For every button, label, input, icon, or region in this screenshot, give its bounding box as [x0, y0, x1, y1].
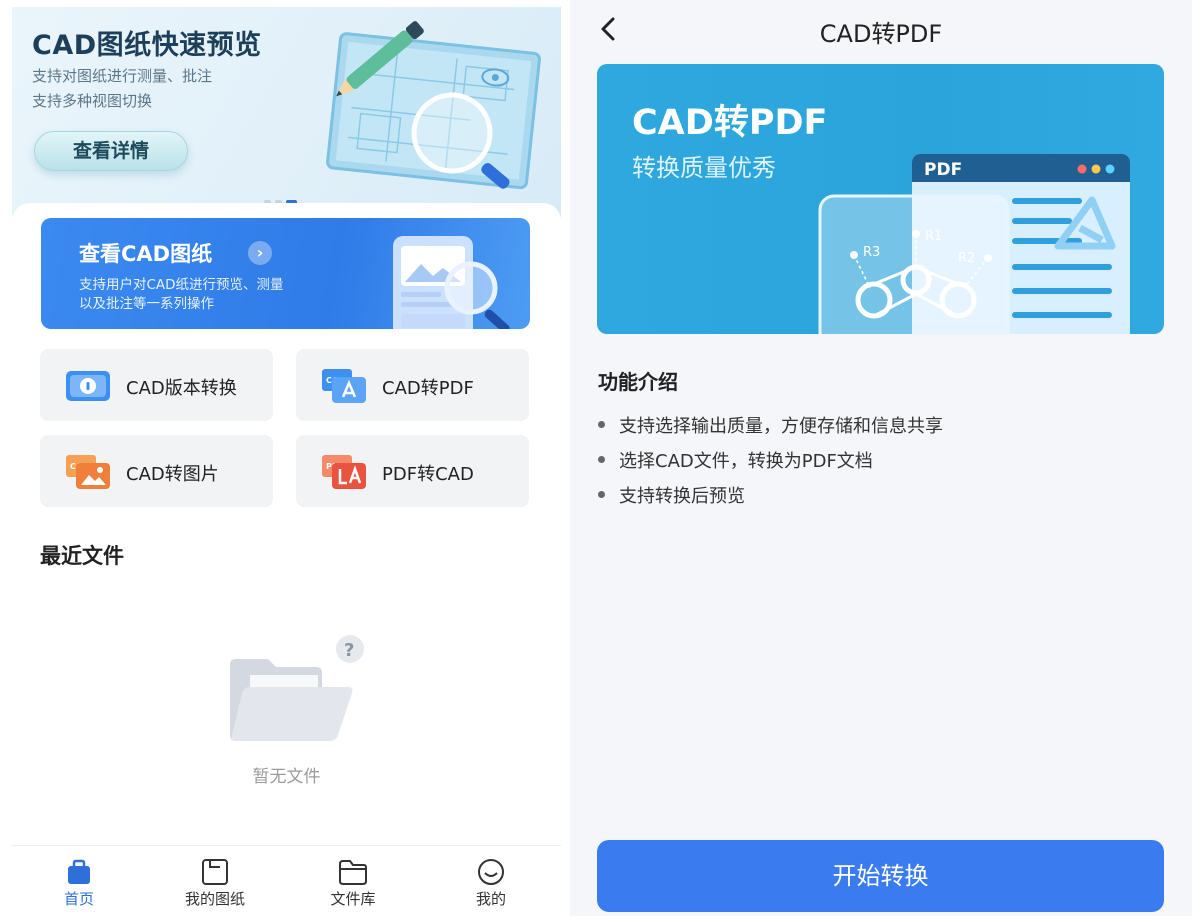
- tab-label: 文件库: [330, 890, 376, 908]
- phone-magnifier-icon: [393, 236, 510, 329]
- tab-file-library[interactable]: 文件库: [298, 846, 408, 915]
- view-cad-banner[interactable]: 查看CAD图纸 › 支持用户对CAD纸进行预览、测量 以及批注等一系列操作: [41, 218, 530, 329]
- bullet-icon: [598, 421, 605, 428]
- tool-label: CAD转PDF: [382, 378, 474, 399]
- radius-label-r2: R2: [958, 251, 975, 266]
- radius-label-r1: R1: [925, 229, 942, 244]
- feature-text: 支持转换后预览: [619, 486, 745, 507]
- empty-folder-icon: ?: [230, 635, 364, 741]
- tool-pdf-to-cad[interactable]: PDF PDF转CAD: [296, 435, 529, 507]
- feature-intro-title: 功能介绍: [598, 370, 678, 394]
- recent-files-title: 最近文件: [40, 544, 124, 568]
- pdf-window-label: PDF: [924, 160, 962, 180]
- view-cad-desc-1: 支持用户对CAD纸进行预览、测量: [79, 277, 284, 293]
- banner-subtitle: 转换质量优秀: [632, 154, 776, 182]
- view-cad-desc-2: 以及批注等一系列操作: [79, 296, 214, 312]
- smiley-icon: [478, 859, 504, 885]
- bullet-icon: [598, 491, 605, 498]
- tool-label: PDF转CAD: [382, 464, 474, 485]
- feature-banner: CAD转PDF 转换质量优秀 PDF R3 R1 R2: [597, 64, 1164, 334]
- cad-pdf-illustration: PDF R3 R1 R2: [818, 154, 1130, 334]
- tab-home[interactable]: 首页: [24, 846, 134, 915]
- feature-text: 支持选择输出质量，方便存储和信息共享: [619, 416, 943, 437]
- home-icon: [68, 859, 90, 884]
- view-details-button[interactable]: 查看详情: [34, 131, 188, 171]
- folder-icon: [339, 860, 367, 885]
- feature-item: 选择CAD文件，转换为PDF文档: [598, 447, 873, 473]
- tab-label: 首页: [63, 890, 94, 908]
- tab-label: 我的: [475, 890, 506, 908]
- version-convert-icon: [66, 371, 110, 401]
- tool-label: CAD版本转换: [126, 378, 237, 399]
- banner-title: CAD转PDF: [632, 103, 828, 143]
- view-cad-title: 查看CAD图纸: [79, 242, 213, 266]
- home-screen: CAD图纸快速预览 支持对图纸进行测量、批注 支持多种视图切换 查看详情 查看C…: [12, 7, 561, 915]
- feature-text: 选择CAD文件，转换为PDF文档: [619, 451, 873, 472]
- cad-to-image-icon: CAD: [66, 455, 110, 489]
- cad-to-pdf-screen: CAD转PDF CAD转PDF 转换质量优秀 PDF R3 R1 R2 功能介绍…: [570, 0, 1192, 916]
- start-convert-button[interactable]: 开始转换: [597, 840, 1164, 912]
- tool-cad-version-convert[interactable]: CAD版本转换: [40, 349, 273, 421]
- hero-title: CAD图纸快速预览: [32, 30, 262, 61]
- bullet-icon: [598, 456, 605, 463]
- drawing-icon: [202, 859, 228, 885]
- tab-label: 我的图纸: [184, 890, 245, 908]
- hero-subtitle-2: 支持多种视图切换: [32, 92, 153, 110]
- feature-item: 支持选择输出质量，方便存储和信息共享: [598, 412, 943, 438]
- tool-cad-to-pdf[interactable]: CAD CAD转PDF: [296, 349, 529, 421]
- feature-item: 支持转换后预览: [598, 482, 745, 508]
- blueprint-pencil-magnifier-icon: [326, 21, 541, 190]
- chevron-right-icon: ›: [248, 241, 272, 265]
- hero-subtitle-1: 支持对图纸进行测量、批注: [32, 67, 213, 85]
- page-title: CAD转PDF: [819, 20, 943, 48]
- pdf-to-cad-icon: PDF: [322, 455, 366, 489]
- tool-cad-to-image[interactable]: CAD CAD转图片: [40, 435, 273, 507]
- cad-to-pdf-icon: CAD: [322, 369, 366, 403]
- empty-state-text: 暂无文件: [252, 767, 321, 787]
- bottom-tab-bar: 首页 我的图纸 文件库 我的: [12, 845, 561, 915]
- hero-carousel[interactable]: CAD图纸快速预览 支持对图纸进行测量、批注 支持多种视图切换 查看详情: [12, 7, 561, 217]
- svg-text:?: ?: [344, 640, 354, 661]
- tab-my-drawings[interactable]: 我的图纸: [160, 846, 270, 915]
- tab-profile[interactable]: 我的: [436, 846, 546, 915]
- tool-label: CAD转图片: [126, 464, 219, 485]
- radius-label-r3: R3: [863, 245, 880, 260]
